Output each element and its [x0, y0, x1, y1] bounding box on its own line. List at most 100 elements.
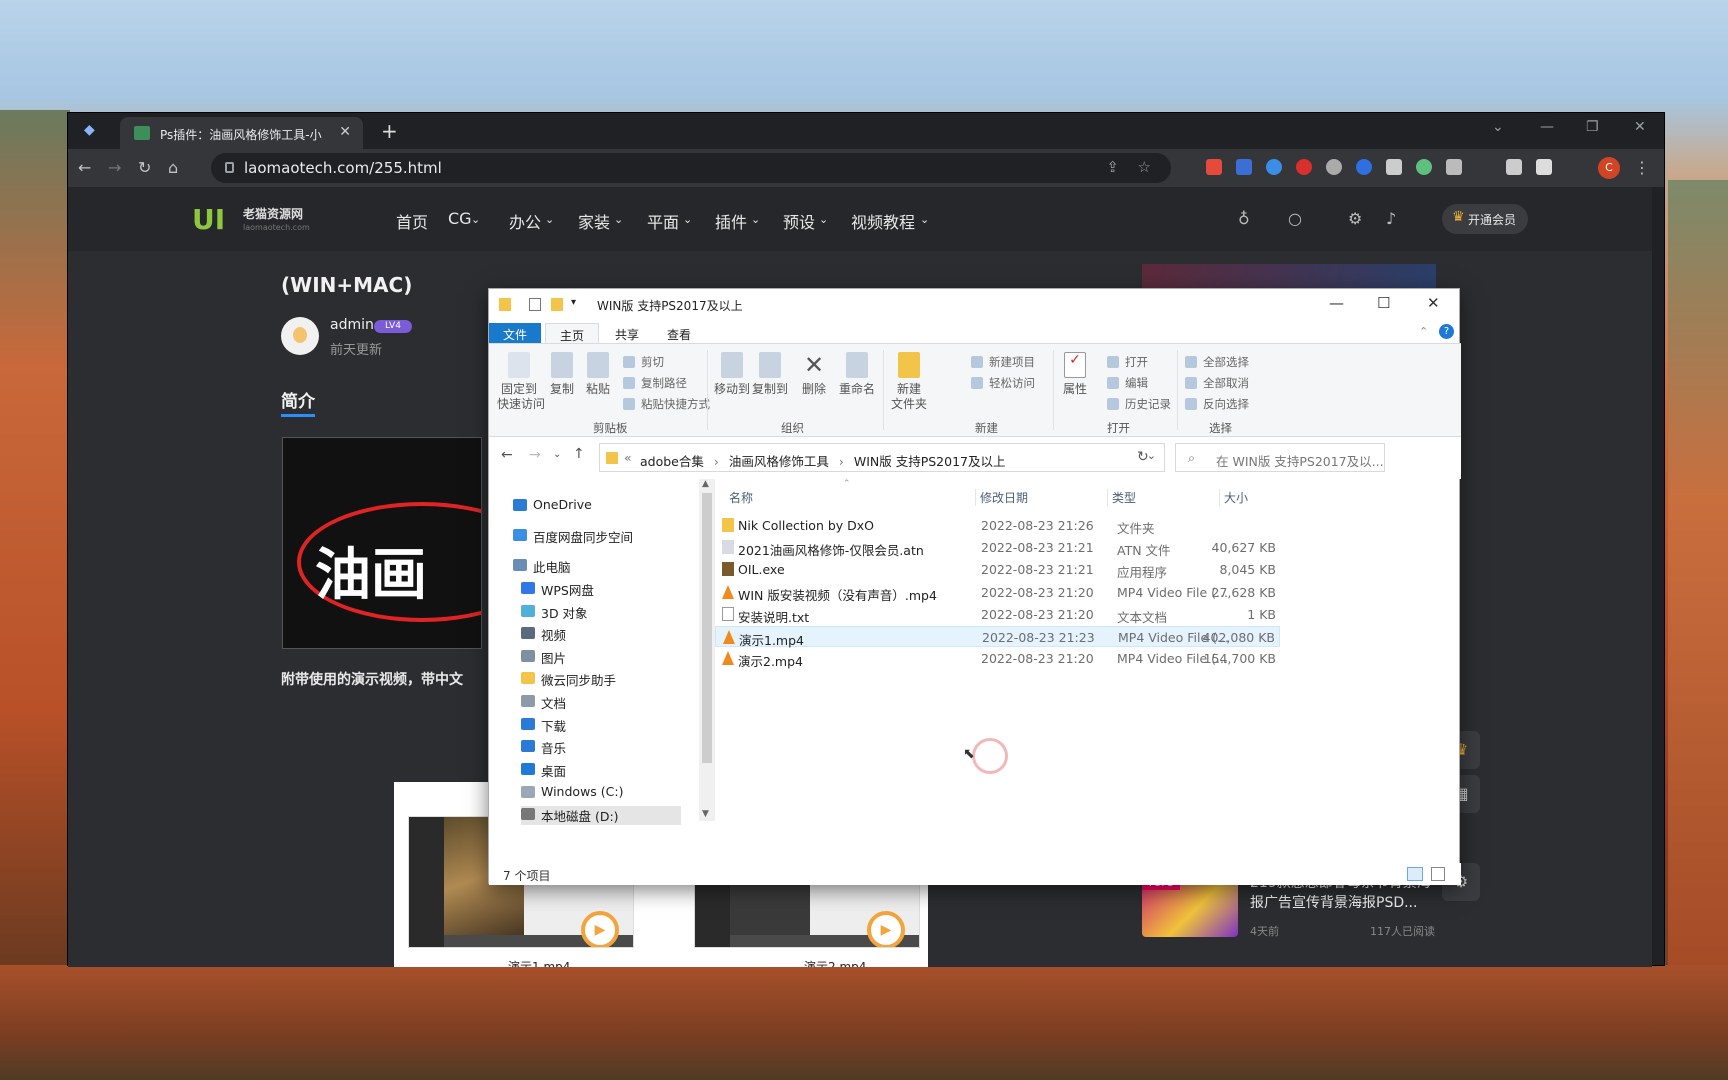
- restore-icon[interactable]: ❐: [1586, 119, 1599, 135]
- open-button[interactable]: 打开: [1107, 354, 1148, 370]
- extension-icon[interactable]: [1326, 159, 1342, 175]
- nav-downloads[interactable]: 下载: [521, 716, 566, 735]
- explorer-forward-icon[interactable]: →: [529, 447, 541, 463]
- recent-locations-icon[interactable]: ⌄: [553, 449, 561, 460]
- nav-desktop[interactable]: 桌面: [521, 761, 566, 780]
- tab-file[interactable]: 文件: [489, 323, 542, 343]
- nav-videos[interactable]: 视频: [521, 625, 566, 644]
- profile-avatar[interactable]: C: [1598, 157, 1620, 179]
- new-item-button[interactable]: 新建项目: [971, 354, 1035, 370]
- menu-item-cg[interactable]: CG: [448, 209, 472, 228]
- properties-button[interactable]: ✓ 属性: [1059, 352, 1091, 397]
- scroll-up-icon[interactable]: ▲: [702, 479, 709, 489]
- scroll-down-icon[interactable]: ▼: [702, 809, 709, 819]
- cut-button[interactable]: 剪切: [623, 354, 664, 370]
- extension-icon[interactable]: [1206, 159, 1222, 175]
- reload-icon[interactable]: ↻: [138, 158, 151, 177]
- copy-to-button[interactable]: 复制到: [751, 352, 789, 397]
- new-folder-quick-icon[interactable]: [551, 298, 563, 311]
- author-avatar[interactable]: [281, 317, 319, 355]
- new-folder-button[interactable]: 新建 文件夹: [889, 352, 929, 412]
- nav-weiyun[interactable]: 微云同步助手: [521, 670, 616, 689]
- bookmark-star-icon[interactable]: ☆: [1138, 158, 1151, 176]
- explorer-minimize-icon[interactable]: —: [1329, 294, 1344, 312]
- extensions-puzzle-icon[interactable]: [1506, 159, 1522, 175]
- menu-item-presets[interactable]: 预设: [783, 209, 815, 233]
- explorer-close-icon[interactable]: ✕: [1427, 294, 1440, 312]
- explorer-address-bar[interactable]: « adobe合集 › 油画风格修饰工具 › WIN版 支持PS2017及以上 …: [599, 443, 1165, 472]
- play-icon[interactable]: ▶: [581, 911, 619, 947]
- back-icon[interactable]: ←: [78, 158, 91, 177]
- select-none-button[interactable]: 全部取消: [1185, 375, 1249, 391]
- author-name[interactable]: admin: [330, 317, 374, 333]
- share-icon[interactable]: ⇪: [1106, 158, 1119, 176]
- properties-quick-icon[interactable]: [529, 298, 541, 311]
- tab-search-icon[interactable]: ◆: [84, 122, 95, 138]
- column-header-size[interactable]: 大小: [1219, 489, 1248, 506]
- nav-onedrive[interactable]: OneDrive: [513, 497, 592, 512]
- easy-access-button[interactable]: 轻松访问: [971, 375, 1035, 391]
- forward-icon[interactable]: →: [108, 158, 121, 177]
- nav-this-pc[interactable]: 此电脑: [513, 557, 571, 576]
- settings-icon[interactable]: ⚙: [1348, 209, 1362, 228]
- extension-icon[interactable]: [1356, 159, 1372, 175]
- nav-baidu-sync[interactable]: 百度网盘同步空间: [513, 527, 633, 546]
- nav-documents[interactable]: 文档: [521, 693, 566, 712]
- column-header-name[interactable]: 名称: [729, 489, 753, 506]
- column-header-date[interactable]: 修改日期: [975, 489, 1028, 506]
- tab-share[interactable]: 共享: [601, 323, 653, 343]
- move-to-button[interactable]: 移动到: [713, 352, 751, 397]
- explorer-back-icon[interactable]: ←: [501, 447, 513, 463]
- nav-scrollbar[interactable]: ▲ ▼: [699, 479, 715, 821]
- explorer-search-box[interactable]: ⌕ 在 WIN版 支持PS2017及以...: [1175, 443, 1385, 472]
- nav-drive-d[interactable]: 本地磁盘 (D:): [521, 806, 681, 825]
- tab-search-chevron-icon[interactable]: ⌄: [1492, 119, 1504, 135]
- details-view-icon[interactable]: [1407, 867, 1423, 881]
- close-window-icon[interactable]: ✕: [1634, 119, 1646, 135]
- home-icon[interactable]: ⌂: [168, 158, 178, 177]
- site-logo[interactable]: UI: [192, 203, 225, 236]
- menu-item-office[interactable]: 办公: [509, 209, 541, 233]
- search-icon[interactable]: ○: [1288, 209, 1302, 228]
- menu-item-home[interactable]: 首页: [396, 209, 428, 233]
- column-header-type[interactable]: 类型: [1107, 489, 1136, 506]
- nav-pictures[interactable]: 图片: [521, 648, 566, 667]
- nav-music[interactable]: 音乐: [521, 738, 566, 757]
- lightbulb-icon[interactable]: ♁: [1238, 209, 1250, 228]
- pin-quick-access-button[interactable]: 固定到 快速访问: [497, 352, 545, 412]
- play-icon[interactable]: ▶: [867, 911, 905, 947]
- extension-icon[interactable]: [1416, 159, 1432, 175]
- file-row[interactable]: 2021油画风格修饰-仅限会员.atn 2022-08-23 21:21 ATN…: [715, 537, 1280, 558]
- nav-wps-drive[interactable]: WPS网盘: [521, 580, 594, 599]
- paste-button[interactable]: 粘贴: [583, 352, 613, 397]
- invert-selection-button[interactable]: 反向选择: [1185, 396, 1249, 412]
- paste-shortcut-button[interactable]: 粘贴快捷方式: [623, 396, 710, 412]
- up-folder-icon[interactable]: ↑: [573, 446, 585, 462]
- tab-home[interactable]: 主页: [545, 323, 600, 343]
- extension-icon[interactable]: [1296, 159, 1312, 175]
- help-icon[interactable]: ?: [1439, 324, 1454, 339]
- rename-button[interactable]: 重命名: [837, 352, 877, 397]
- file-row[interactable]: Nik Collection by DxO 2022-08-23 21:26 文…: [715, 515, 1280, 536]
- side-panel-icon[interactable]: [1536, 159, 1552, 175]
- explorer-maximize-icon[interactable]: ☐: [1377, 294, 1390, 312]
- extension-icon[interactable]: [1266, 159, 1282, 175]
- minimize-icon[interactable]: —: [1540, 119, 1554, 135]
- menu-item-plugins[interactable]: 插件: [715, 209, 747, 233]
- menu-item-graphic[interactable]: 平面: [647, 209, 679, 233]
- file-row[interactable]: 演示2.mp4 2022-08-23 21:20 MP4 Video File …: [715, 648, 1280, 669]
- menu-item-home-decor[interactable]: 家装: [578, 209, 610, 233]
- breadcrumb-oil-tool[interactable]: 油画风格修饰工具: [729, 454, 829, 469]
- select-all-button[interactable]: 全部选择: [1185, 354, 1249, 370]
- breadcrumb-current[interactable]: WIN版 支持PS2017及以上: [854, 454, 1006, 469]
- file-row[interactable]: WIN 版安装视频（没有声音）.mp4 2022-08-23 21:20 MP4…: [715, 582, 1280, 603]
- sidebar-banner[interactable]: [1142, 264, 1436, 290]
- bell-icon[interactable]: ♪: [1386, 209, 1396, 228]
- delete-button[interactable]: ✕ 删除: [799, 352, 829, 397]
- tab-close-icon[interactable]: ✕: [339, 124, 351, 140]
- extension-icon[interactable]: [1446, 159, 1462, 175]
- file-row[interactable]: OIL.exe 2022-08-23 21:21 应用程序 8,045 KB: [715, 559, 1280, 580]
- tab-view[interactable]: 查看: [653, 323, 705, 343]
- browser-tab[interactable]: Ps插件：油画风格修饰工具-小 ✕: [120, 117, 363, 149]
- new-tab-button[interactable]: +: [381, 119, 398, 143]
